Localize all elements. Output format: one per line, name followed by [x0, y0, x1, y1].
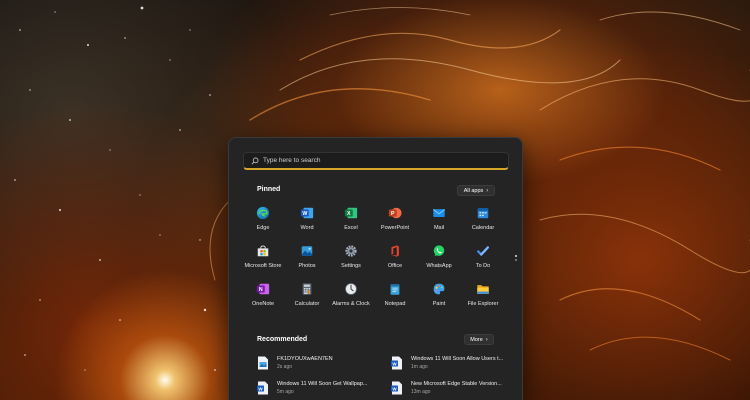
pinned-app-photos[interactable]: Photos: [285, 244, 329, 276]
clock-icon: [345, 283, 357, 295]
onenote-icon: N: [256, 283, 270, 295]
recommended-item-time: 2s ago: [277, 364, 293, 370]
pinned-app-excel[interactable]: X Excel: [329, 206, 373, 238]
recommended-item-time: 1m ago: [411, 364, 428, 370]
app-label: PowerPoint: [380, 225, 410, 231]
pinned-app-onenote[interactable]: N OneNote: [241, 282, 285, 314]
word-icon: W: [300, 207, 314, 219]
more-label: More: [470, 336, 483, 343]
pinned-app-powerpoint[interactable]: P PowerPoint: [373, 206, 417, 238]
app-label: Word: [300, 225, 314, 231]
store-icon: [257, 245, 269, 257]
app-label: Microsoft Store: [244, 263, 282, 269]
chevron-right-icon: ›: [486, 187, 489, 194]
pinned-app-paint[interactable]: Paint: [417, 282, 461, 314]
pinned-app-notepad[interactable]: Notepad: [373, 282, 417, 314]
pinned-app-office[interactable]: Office: [373, 244, 417, 276]
app-label: Notepad: [384, 301, 406, 307]
recommended-item-time: 5m ago: [277, 389, 294, 395]
recommended-item[interactable]: W New Microsoft Edge Stable Version... 1…: [391, 378, 516, 398]
image-file-icon: [258, 356, 268, 370]
all-apps-label: All apps: [463, 187, 484, 194]
app-label: WhatsApp: [426, 263, 452, 269]
app-label: Excel: [344, 225, 358, 231]
calendar-icon: [477, 208, 489, 219]
calculator-icon: [302, 283, 312, 295]
svg-text:P: P: [391, 211, 395, 217]
app-label: Settings: [341, 263, 361, 269]
office-icon: [391, 245, 399, 257]
pinned-app-edge[interactable]: Edge: [241, 206, 285, 238]
powerpoint-icon: P: [388, 207, 402, 219]
app-label: Photos: [298, 263, 316, 269]
pinned-app-whatsapp[interactable]: WhatsApp: [417, 244, 461, 276]
page-dot: [515, 259, 517, 261]
search-icon: [251, 157, 259, 164]
pinned-title: Pinned: [257, 186, 281, 193]
recommended-item-name: Windows 11 Will Soon Allow Users t...: [411, 356, 504, 362]
recommended-item-name: FK1DYOUXwAEN7EN: [277, 356, 333, 362]
app-label: Office: [387, 263, 403, 269]
recommended-item[interactable]: FK1DYOUXwAEN7EN 2s ago: [257, 353, 382, 373]
page-dot-active: [515, 255, 517, 257]
app-label: File Explorer: [467, 301, 499, 307]
photos-icon: [301, 246, 313, 256]
page-indicator[interactable]: [515, 255, 518, 263]
folder-icon: [477, 285, 489, 294]
pinned-app-word[interactable]: W Word: [285, 206, 329, 238]
word-doc-icon: W: [391, 356, 402, 370]
app-label: Edge: [256, 225, 270, 231]
all-apps-button[interactable]: All apps ›: [457, 185, 495, 196]
todo-icon: [477, 246, 489, 256]
recommended-item-time: 13m ago: [411, 389, 431, 395]
app-label: Mail: [433, 225, 445, 231]
pinned-app-file-explorer[interactable]: File Explorer: [461, 282, 505, 314]
pinned-app-mail[interactable]: Mail: [417, 206, 461, 238]
word-doc-icon: W: [257, 381, 268, 395]
word-doc-icon: W: [391, 381, 402, 395]
pinned-app-calculator[interactable]: Calculator: [285, 282, 329, 314]
app-label: OneNote: [251, 301, 274, 307]
pinned-app-calendar[interactable]: Calendar: [461, 206, 505, 238]
chevron-right-icon: ›: [485, 336, 488, 343]
pinned-app-settings[interactable]: Settings: [329, 244, 373, 276]
pinned-app-to-do[interactable]: To Do: [461, 244, 505, 276]
paint-icon: [433, 283, 445, 295]
search-box[interactable]: [243, 152, 509, 170]
pinned-app-microsoft-store[interactable]: Microsoft Store: [241, 244, 285, 276]
recommended-item[interactable]: W Windows 11 Will Soon Allow Users t... …: [391, 353, 516, 373]
search-input[interactable]: [263, 157, 483, 164]
recommended-title: Recommended: [257, 336, 308, 343]
recommended-item-name: Windows 11 Will Soon Get Wallpap...: [277, 381, 368, 387]
app-label: Paint: [432, 301, 446, 307]
recommended-item[interactable]: W Windows 11 Will Soon Get Wallpap... 5m…: [257, 378, 382, 398]
more-button[interactable]: More ›: [464, 334, 494, 345]
app-label: Alarms & Clock: [332, 301, 370, 307]
mail-icon: [433, 209, 445, 217]
whatsapp-icon: [433, 245, 445, 257]
recommended-item-name: New Microsoft Edge Stable Version...: [411, 381, 502, 387]
svg-text:N: N: [259, 287, 263, 293]
app-label: To Do: [475, 263, 491, 269]
edge-icon: [256, 206, 270, 220]
gear-icon: [345, 245, 357, 257]
app-label: Calendar: [471, 225, 495, 231]
svg-text:W: W: [302, 211, 307, 217]
app-label: Calculator: [294, 301, 320, 307]
pinned-app-alarms-clock[interactable]: Alarms & Clock: [329, 282, 373, 314]
notepad-icon: [390, 284, 400, 295]
svg-text:X: X: [347, 211, 351, 217]
excel-icon: X: [344, 207, 358, 219]
start-menu: Pinned All apps › Edge W Word: [228, 137, 523, 400]
